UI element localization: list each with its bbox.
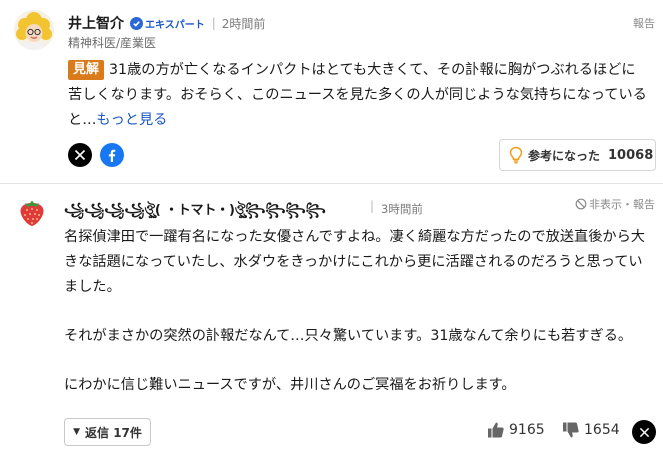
expert-comment-time: 2時間前 xyxy=(221,16,266,31)
useful-label: 参考になった xyxy=(528,148,601,163)
strawberry-avatar-icon[interactable] xyxy=(16,196,48,228)
x-share-icon[interactable] xyxy=(68,143,92,167)
user-comment-time: 3時間前 xyxy=(381,202,423,216)
block-icon xyxy=(575,198,587,210)
separator: | xyxy=(370,199,375,213)
reply-toggle-button[interactable]: ▼ 返信 17件 xyxy=(64,418,151,446)
comment-paragraph: にわかに信じ難いニュースですが、井川さんのご冥福をお祈りします。 xyxy=(64,377,516,393)
expert-badge: エキスパート xyxy=(130,16,205,31)
hide-report-label: 非表示・報告 xyxy=(589,198,655,211)
expert-affiliation: 精神科医/産業医 xyxy=(68,36,157,50)
comment-paragraph: 名探偵津田で一躍有名になった女優さんですよね。凄く綺麗な方だったので放送直後から… xyxy=(64,229,645,295)
expert-header: 井上智介 エキスパート | 2時間前 xyxy=(68,13,265,33)
comment-paragraph: それがまさかの突然の訃報だなんて…只々驚いています。31歳なんて余りにも若すぎる… xyxy=(64,328,633,344)
separator: | xyxy=(211,16,216,30)
useful-count: 10068 xyxy=(608,147,654,163)
dislike-button[interactable]: 1654 xyxy=(562,421,620,439)
like-count: 9165 xyxy=(509,422,545,438)
read-more-link[interactable]: もっと見る xyxy=(96,112,167,128)
user-name[interactable]: ꧁꧁꧁꧁ঔৣ( ・トマト・)ঔৣ꧂꧂꧂꧂ xyxy=(64,199,326,226)
verified-check-icon xyxy=(130,16,143,30)
expert-avatar[interactable] xyxy=(14,10,54,50)
dislike-count: 1654 xyxy=(584,422,620,438)
thumbs-up-icon xyxy=(488,422,504,438)
lightbulb-icon xyxy=(509,146,523,164)
expert-name[interactable]: 井上智介 xyxy=(68,13,124,33)
like-button[interactable]: 9165 xyxy=(487,421,545,439)
kenkai-badge: 見解 xyxy=(68,60,105,80)
chevron-down-icon: ▼ xyxy=(73,427,81,437)
report-link[interactable]: 報告 xyxy=(633,15,655,31)
expert-badge-label: エキスパート xyxy=(145,19,205,31)
hide-report-link[interactable]: 非表示・報告 xyxy=(575,196,655,212)
useful-button[interactable]: 参考になった 10068 xyxy=(499,139,656,171)
facebook-share-icon[interactable] xyxy=(100,143,124,167)
expert-comment: 井上智介 エキスパート | 2時間前 精神科医/産業医 報告 見解 31歳の方が亡… xyxy=(0,0,663,184)
thumbs-down-icon xyxy=(563,422,579,438)
reply-label: 返信 17件 xyxy=(85,425,142,440)
x-share-icon[interactable] xyxy=(632,420,656,444)
expert-comment-body: 見解 31歳の方が亡くなるインパクトはとても大きくて、その訃報に胸がつぶれるほどに… xyxy=(68,58,648,133)
user-comment-body: 名探偵津田で一躍有名になった女優さんですよね。凄く綺麗な方だったので放送直後から… xyxy=(64,225,654,422)
